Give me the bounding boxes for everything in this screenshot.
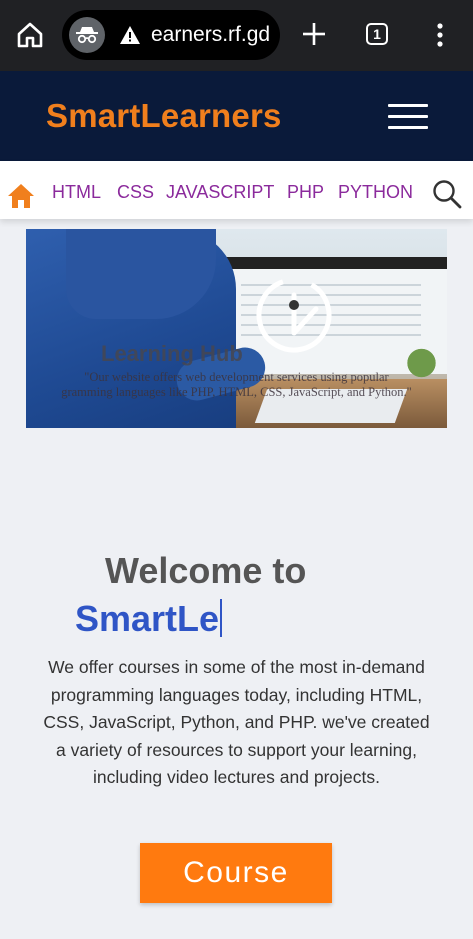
typed-text: SmartLe (75, 598, 220, 639)
nav-link-php[interactable]: PHP (287, 182, 324, 203)
hamburger-menu-icon[interactable] (388, 104, 428, 137)
incognito-icon (69, 17, 105, 53)
warning-icon[interactable] (119, 24, 141, 46)
new-tab-icon[interactable] (300, 20, 328, 48)
brand-logo[interactable]: SmartLearners (46, 97, 282, 135)
more-menu-icon[interactable] (436, 22, 444, 48)
home-icon[interactable] (6, 182, 36, 210)
hero-logo-icon (256, 277, 332, 353)
course-button[interactable]: Course (140, 843, 332, 903)
hero-quote-line-1: "Our website offers web development serv… (84, 370, 389, 384)
nav-link-html[interactable]: HTML (52, 182, 101, 203)
address-bar[interactable]: earners.rf.gd (62, 10, 280, 60)
nav-link-javascript[interactable]: JAVASCRIPT (166, 182, 274, 203)
hero-quote-line-2: gramming languages like PHP, HTML, CSS, … (61, 385, 412, 399)
nav-link-python[interactable]: PYTHON (338, 182, 413, 203)
intro-description: We offer courses in some of the most in-… (43, 657, 430, 787)
search-icon[interactable] (431, 178, 463, 210)
hero-quote: "Our website offers web development serv… (26, 370, 447, 400)
tab-switcher-icon[interactable]: 1 (366, 23, 388, 45)
tab-count: 1 (373, 26, 381, 42)
url-text[interactable]: earners.rf.gd (151, 23, 270, 47)
nav-bar: HTML CSS JAVASCRIPT PHP PYTHON (0, 161, 473, 219)
typed-brand-text: SmartLe (75, 598, 223, 640)
home-icon[interactable] (16, 21, 44, 49)
hero-banner: Learning Hub "Our website offers web dev… (26, 229, 447, 428)
typing-cursor (220, 599, 223, 637)
nav-link-css[interactable]: CSS (117, 182, 154, 203)
hero-title: Learning Hub (101, 341, 243, 366)
browser-toolbar: earners.rf.gd 1 (0, 0, 473, 71)
welcome-heading: Welcome to (105, 550, 307, 591)
